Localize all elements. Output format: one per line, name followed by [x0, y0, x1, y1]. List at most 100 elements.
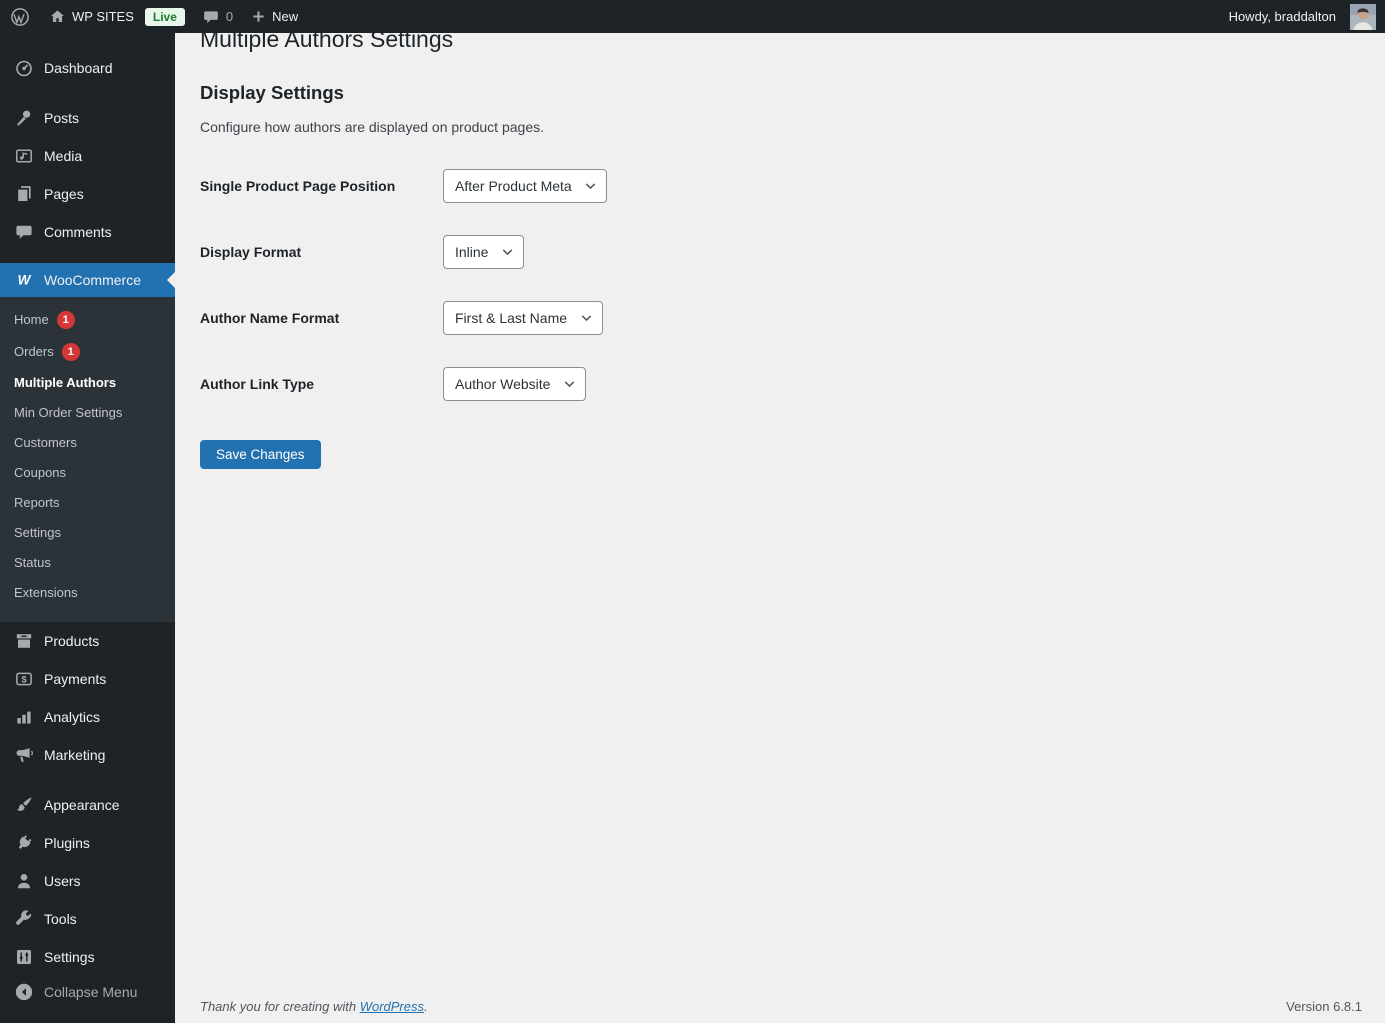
submenu-item-label: Orders [14, 344, 54, 359]
sidebar-item-users[interactable]: Users [0, 862, 175, 900]
admin-menu: Dashboard Posts Media Pages Comments W W… [0, 33, 175, 1023]
sidebar-item-label: Plugins [44, 835, 90, 851]
field-label-author-name-format: Author Name Format [200, 309, 340, 326]
sidebar-item-plugins[interactable]: Plugins [0, 824, 175, 862]
author-link-type-select[interactable]: Author Website [443, 366, 586, 401]
submenu-item-reports[interactable]: Reports [0, 488, 175, 518]
home-count-badge: 1 [56, 311, 75, 329]
main-content: Multiple Authors Settings Display Settin… [175, 0, 1385, 990]
sidebar-item-pages[interactable]: Pages [0, 175, 175, 213]
single-product-page-position-select[interactable]: After Product Meta [443, 168, 607, 203]
sidebar-item-marketing[interactable]: Marketing [0, 736, 175, 774]
sidebar-item-woocommerce[interactable]: W WooCommerce [0, 263, 175, 297]
sidebar-item-posts[interactable]: Posts [0, 99, 175, 137]
submenu-item-label: Reports [14, 495, 60, 510]
new-label: New [272, 9, 299, 24]
comment-bubble-icon [202, 8, 220, 26]
plug-icon [14, 833, 34, 853]
plus-icon [251, 9, 266, 24]
sidebar-item-settings[interactable]: Settings [0, 938, 175, 976]
pushpin-icon [14, 108, 34, 128]
comments-menu[interactable]: 0 [193, 0, 242, 33]
submenu-item-coupons[interactable]: Coupons [0, 458, 175, 488]
submenu-item-status[interactable]: Status [0, 548, 175, 578]
sidebar-item-label: WooCommerce [44, 272, 141, 288]
wrench-icon [14, 909, 34, 929]
settings-form: Single Product Page Position After Produ… [200, 168, 1362, 469]
submenu-item-extensions[interactable]: Extensions [0, 578, 175, 608]
submenu-item-label: Min Order Settings [14, 405, 123, 420]
sidebar-item-dashboard[interactable]: Dashboard [0, 49, 175, 87]
sidebar-item-products[interactable]: Products [0, 622, 175, 660]
sidebar-item-label: Users [44, 873, 81, 889]
woocommerce-submenu: Home 1 Orders 1 Multiple Authors Min Ord… [0, 297, 175, 622]
submenu-item-label: Status [14, 555, 51, 570]
wp-logo-button[interactable] [0, 0, 40, 33]
pages-icon [14, 184, 34, 204]
sidebar-item-media[interactable]: Media [0, 137, 175, 175]
avatar [1350, 3, 1376, 30]
submenu-item-label: Settings [14, 525, 61, 540]
live-badge: Live [144, 7, 185, 26]
author-name-format-select[interactable]: First & Last Name [443, 300, 603, 335]
field-label-display-format: Display Format [200, 243, 302, 260]
sidebar-item-label: Comments [44, 224, 112, 240]
collapse-arrow-icon [14, 982, 34, 1002]
user-icon [14, 871, 34, 891]
megaphone-icon [14, 745, 34, 765]
submenu-item-settings[interactable]: Settings [0, 518, 175, 548]
woocommerce-icon: W [14, 270, 34, 290]
form-row: Author Name Format First & Last Name [200, 300, 1362, 335]
form-row: Single Product Page Position After Produ… [200, 168, 1362, 203]
sidebar-item-label: Tools [44, 911, 77, 927]
collapse-menu-button[interactable]: Collapse Menu [0, 973, 175, 1011]
sidebar-item-label: Collapse Menu [44, 984, 138, 1000]
orders-count-badge: 1 [61, 343, 80, 361]
submenu-item-min-order-settings[interactable]: Min Order Settings [0, 398, 175, 428]
submenu-item-label: Customers [14, 435, 77, 450]
menu-separator [0, 251, 175, 263]
footer-thanks-text: Thank you for creating with [200, 999, 360, 1014]
version-text: Version 6.8.1 [1286, 999, 1362, 1014]
bar-chart-icon [14, 707, 34, 727]
submenu-item-customers[interactable]: Customers [0, 428, 175, 458]
paintbrush-icon [14, 795, 34, 815]
svg-text:$: $ [21, 674, 27, 685]
media-icon [14, 146, 34, 166]
submenu-item-multiple-authors[interactable]: Multiple Authors [0, 368, 175, 398]
footer: Thank you for creating with WordPress. V… [200, 999, 1362, 1014]
sidebar-item-analytics[interactable]: Analytics [0, 698, 175, 736]
site-name-menu[interactable]: WP SITES [40, 0, 143, 33]
dollar-card-icon: $ [14, 669, 34, 689]
sidebar-item-label: Settings [44, 949, 95, 965]
save-changes-button[interactable]: Save Changes [200, 439, 321, 469]
section-title: Display Settings [200, 81, 344, 103]
form-row: Author Link Type Author Website [200, 366, 1362, 401]
sidebar-item-label: Media [44, 148, 83, 164]
sidebar-item-label: Posts [44, 110, 80, 126]
svg-text:W: W [18, 273, 32, 288]
sidebar-item-label: Products [44, 633, 100, 649]
my-account-menu[interactable]: Howdy, braddalton [1220, 3, 1385, 30]
submenu-item-home[interactable]: Home 1 [0, 304, 175, 336]
sidebar-item-label: Pages [44, 186, 84, 202]
wordpress-link[interactable]: WordPress [360, 999, 424, 1014]
section-description: Configure how authors are displayed on p… [200, 118, 544, 135]
submenu-item-orders[interactable]: Orders 1 [0, 336, 175, 368]
sidebar-item-label: Payments [44, 671, 107, 687]
archive-box-icon [14, 631, 34, 651]
footer-thanks-period: . [424, 999, 428, 1014]
field-label-author-link-type: Author Link Type [200, 375, 315, 392]
sidebar-item-payments[interactable]: $ Payments [0, 660, 175, 698]
new-content-menu[interactable]: New [242, 0, 307, 33]
form-row: Display Format Inline [200, 234, 1362, 269]
comments-icon [14, 222, 34, 242]
sidebar-item-tools[interactable]: Tools [0, 900, 175, 938]
sidebar-item-appearance[interactable]: Appearance [0, 786, 175, 824]
submenu-item-label: Coupons [14, 465, 67, 480]
display-format-select[interactable]: Inline [443, 234, 524, 269]
howdy-label: Howdy, braddalton [1228, 9, 1336, 24]
home-icon [49, 8, 66, 25]
sidebar-item-comments[interactable]: Comments [0, 213, 175, 251]
field-label-single-product-page-position: Single Product Page Position [200, 177, 396, 194]
